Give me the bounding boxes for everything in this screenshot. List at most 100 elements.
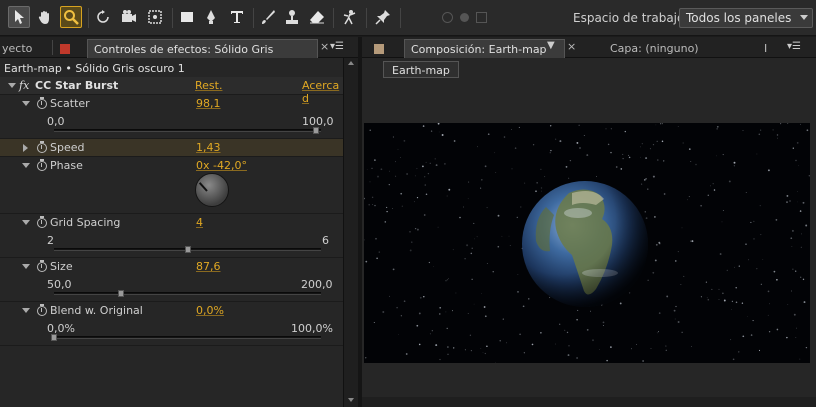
size-max: 200,0: [301, 278, 333, 291]
twirl-down-icon[interactable]: [22, 264, 30, 269]
grid-spacing-min: 2: [47, 234, 54, 247]
text-tool-icon[interactable]: [226, 6, 248, 28]
stopwatch-icon[interactable]: [37, 97, 47, 109]
twirl-down-icon[interactable]: [8, 83, 16, 88]
dial-pointer-icon: [198, 182, 208, 192]
panel-menu-icon[interactable]: ▾☰: [330, 41, 344, 54]
selection-tool-icon[interactable]: [8, 6, 30, 28]
effect-controls-scrollbar[interactable]: [343, 58, 358, 407]
param-label: Speed: [50, 141, 85, 154]
tab-project-label: yecto: [2, 42, 33, 55]
composition-hscrollbar[interactable]: [362, 397, 816, 407]
pan-behind-tool-icon[interactable]: [144, 6, 166, 28]
stopwatch-icon[interactable]: [37, 260, 47, 272]
param-label: Phase: [50, 159, 83, 172]
zoom-tool-icon[interactable]: [60, 6, 82, 28]
workspace-select[interactable]: Todos los paneles: [679, 8, 813, 28]
close-icon[interactable]: ×: [320, 40, 329, 53]
axis-mode-local-icon[interactable]: [442, 12, 453, 23]
composition-viewer[interactable]: [364, 123, 810, 363]
right-tabbar: Composición: Earth-map ▼ × Capa: (ningun…: [362, 37, 816, 58]
param-speed-row[interactable]: Speed 1,43: [0, 139, 343, 157]
camera-tool-icon[interactable]: [118, 6, 140, 28]
composition-panel: Composición: Earth-map ▼ × Capa: (ningun…: [362, 37, 816, 407]
stopwatch-icon[interactable]: [37, 304, 47, 316]
rectangle-tool-icon[interactable]: [176, 6, 198, 28]
twirl-down-icon[interactable]: [22, 308, 30, 313]
stopwatch-icon[interactable]: [37, 216, 47, 228]
tab-layer[interactable]: Capa: (ninguno): [604, 39, 734, 58]
effect-header-row[interactable]: fx CC Star Burst Rest. Acerca d: [0, 77, 343, 105]
param-blend-row: Blend w. Original 0,0% 0,0% 100,0%: [0, 302, 343, 346]
scatter-slider-track[interactable]: [54, 129, 321, 132]
speed-value[interactable]: 1,43: [196, 141, 221, 154]
scroll-down-icon[interactable]: [348, 398, 354, 402]
size-slider-track[interactable]: [54, 292, 321, 295]
layer-title: Earth-map • Sólido Gris oscuro 1: [4, 62, 185, 75]
param-scatter-row: Scatter 98,1 0,0 100,0: [0, 95, 343, 139]
toolbar: Espacio de trabajo: Todos los paneles: [0, 0, 816, 36]
tab-separator: [52, 40, 53, 55]
puppet-tool-icon[interactable]: [339, 6, 361, 28]
toolbar-separator: [88, 8, 89, 28]
toolbar-separator: [366, 8, 367, 28]
twirl-down-icon[interactable]: [22, 101, 30, 106]
effect-controls-content: Earth-map • Sólido Gris oscuro 1 fx CC S…: [0, 58, 343, 407]
param-label: Scatter: [50, 97, 90, 110]
scatter-slider-thumb[interactable]: [312, 127, 319, 134]
twirl-right-icon[interactable]: [23, 144, 28, 152]
effect-controls-panel: yecto Controles de efectos: Sólido Gris …: [0, 37, 358, 407]
toolbar-separator: [400, 8, 401, 28]
effect-name: CC Star Burst: [35, 79, 119, 92]
size-slider-thumb[interactable]: [117, 290, 124, 297]
chevron-down-icon[interactable]: ▼: [547, 40, 555, 51]
pen-tool-icon[interactable]: [200, 6, 222, 28]
comp-breadcrumb-label: Earth-map: [392, 64, 450, 77]
blend-slider-thumb[interactable]: [51, 334, 57, 341]
grid-spacing-max: 6: [322, 234, 329, 247]
comp-breadcrumb[interactable]: Earth-map: [383, 61, 459, 78]
scatter-value[interactable]: 98,1: [196, 97, 221, 110]
panel-menu-icon[interactable]: ▾☰: [787, 41, 801, 54]
tab-project[interactable]: yecto: [0, 39, 52, 58]
clone-stamp-tool-icon[interactable]: [281, 6, 303, 28]
eraser-tool-icon[interactable]: [306, 6, 328, 28]
size-value[interactable]: 87,6: [196, 260, 221, 273]
hand-tool-icon[interactable]: [34, 6, 56, 28]
rotation-tool-icon[interactable]: [92, 6, 114, 28]
tab-effect-controls[interactable]: Controles de efectos: Sólido Gris oscuro…: [87, 39, 318, 69]
axis-mode-world-icon[interactable]: [460, 13, 469, 22]
tab-composition[interactable]: Composición: Earth-map ▼: [404, 39, 565, 58]
tab-overflow[interactable]: I: [762, 39, 776, 58]
effects-color-swatch[interactable]: [57, 39, 73, 58]
param-grid-spacing-row: Grid Spacing 4 2 6: [0, 214, 343, 258]
stopwatch-icon[interactable]: [37, 141, 47, 153]
toolbar-separator: [172, 8, 173, 28]
earth-globe: [522, 181, 648, 307]
fx-icon[interactable]: fx: [19, 79, 29, 92]
twirl-down-icon[interactable]: [22, 163, 30, 168]
twirl-down-icon[interactable]: [22, 220, 30, 225]
blend-value[interactable]: 0,0%: [196, 304, 224, 317]
axis-mode-view-icon[interactable]: [476, 12, 487, 23]
grid-spacing-value[interactable]: 4: [196, 216, 203, 229]
toolbar-separator: [253, 8, 254, 28]
close-icon[interactable]: ×: [567, 40, 576, 53]
blend-slider-track[interactable]: [54, 336, 321, 339]
blend-max: 100,0%: [291, 322, 333, 335]
brush-tool-icon[interactable]: [257, 6, 279, 28]
grid-spacing-slider-thumb[interactable]: [184, 246, 191, 253]
stopwatch-icon[interactable]: [37, 159, 47, 171]
comp-color-swatch[interactable]: [372, 39, 388, 58]
phase-angle-dial[interactable]: [195, 173, 229, 207]
param-size-row: Size 87,6 50,0 200,0: [0, 258, 343, 302]
scroll-up-icon[interactable]: [348, 61, 354, 65]
chevron-down-icon: [800, 15, 808, 20]
size-min: 50,0: [47, 278, 72, 291]
workspace-label: Espacio de trabajo:: [573, 11, 689, 25]
reset-link[interactable]: Rest.: [195, 79, 222, 92]
phase-value[interactable]: 0x -42,0°: [196, 159, 247, 172]
tab-layer-label: Capa: (ninguno): [610, 42, 699, 55]
pin-tool-icon[interactable]: [372, 6, 394, 28]
tan-swatch-icon: [374, 44, 384, 54]
